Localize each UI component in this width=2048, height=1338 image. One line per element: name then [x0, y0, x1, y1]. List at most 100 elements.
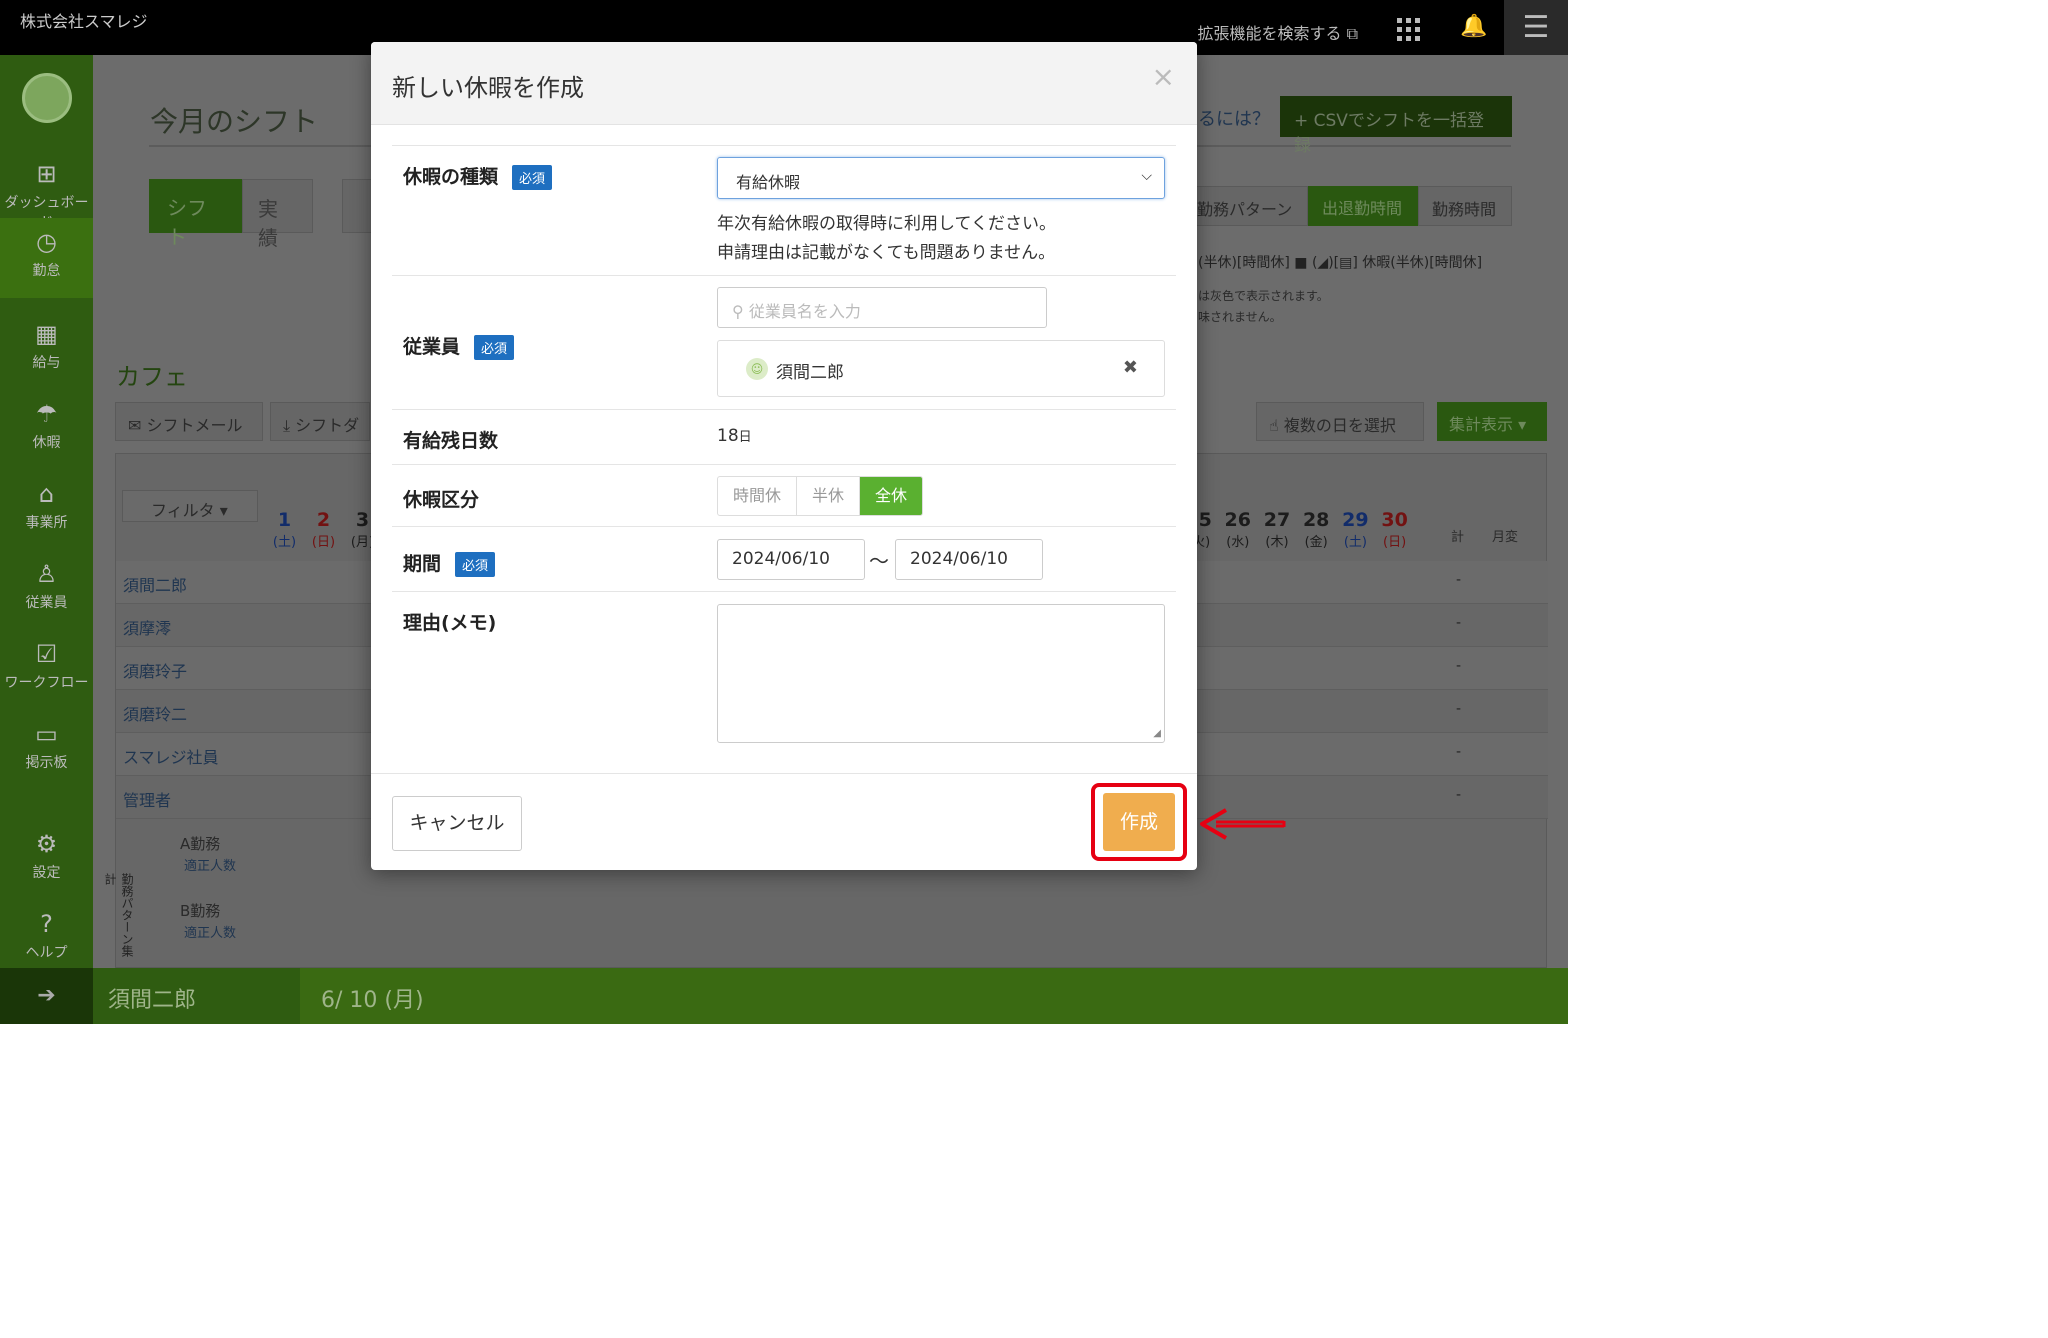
select-days-button[interactable]: ☝ 複数の日を選択	[1256, 402, 1424, 441]
hand-pointer-icon: ☝	[1269, 416, 1284, 435]
home-icon: ⌂	[38, 480, 55, 508]
shift-mail-button[interactable]: ✉ シフトメール	[115, 402, 263, 441]
remaining-label: 有給残日数	[403, 430, 499, 452]
row-total: -	[1456, 744, 1462, 760]
pattern-b-proper-count: 適正人数	[184, 926, 237, 941]
gear-icon: ⚙	[35, 830, 58, 858]
day-header: 26 (水)	[1224, 509, 1251, 550]
mail-icon: ✉	[128, 416, 147, 435]
employee-avatar-icon: ☺	[746, 358, 768, 380]
reason-label: 理由(メモ)	[403, 612, 497, 634]
chevron-down-icon: ⌵	[1141, 168, 1152, 184]
sidebar-item-board[interactable]: ▭ 掲示板	[0, 710, 93, 790]
bottom-employee-name: 須間二郎	[93, 968, 300, 1024]
filter-button[interactable]: フィルタ ▾	[122, 490, 258, 522]
employee-name-link[interactable]: 管理者	[123, 787, 171, 811]
calculator-icon: ▦	[35, 320, 58, 348]
leave-type-select[interactable]: 有給休暇 ⌵	[717, 157, 1165, 199]
monthly-column-header: 月変	[1492, 530, 1519, 545]
view-clock-button[interactable]: 出退勤時間	[1308, 186, 1418, 226]
collapse-arrow-icon[interactable]: ➔	[0, 968, 93, 1024]
day-header: 30 (日)	[1381, 509, 1408, 550]
total-column-header: 計	[1451, 530, 1465, 545]
avatar[interactable]	[22, 73, 72, 123]
bell-icon[interactable]: 🔔	[1460, 14, 1487, 39]
view-hours-button[interactable]: 勤務時間	[1418, 186, 1512, 226]
category-label: 休暇区分	[403, 489, 480, 511]
download-icon: ⤓	[283, 416, 296, 435]
employee-name-link[interactable]: スマレジ社員	[123, 744, 219, 768]
apps-grid-icon[interactable]	[1397, 18, 1420, 41]
csv-upload-button[interactable]: + CSVでシフトを一括登録	[1280, 96, 1512, 156]
category-segmented-control: 時間休 半休 全休	[717, 476, 924, 516]
day-header: 1 (土)	[272, 509, 297, 550]
employee-name-link[interactable]: 須磨玲二	[123, 701, 187, 725]
sidebar-item-settings[interactable]: ⚙ 設定	[0, 820, 93, 900]
pattern-b-label: B勤務	[180, 902, 221, 920]
home-filter-button[interactable]	[342, 179, 372, 233]
howto-link[interactable]: るには？	[1198, 105, 1270, 131]
category-hourly-option[interactable]: 時間休	[718, 477, 798, 515]
message-icon: ▭	[35, 720, 58, 748]
employee-label: 従業員 必須	[403, 332, 515, 360]
clock-icon: ◷	[36, 228, 57, 256]
period-from-input[interactable]: 2024/06/10	[717, 539, 865, 580]
workflow-icon: ☑	[35, 640, 58, 668]
day-header: 27 (木)	[1263, 509, 1291, 550]
sidebar-item-leave[interactable]: ☂ 休暇	[0, 390, 93, 470]
search-icon: ⚲	[732, 302, 749, 321]
extension-search-link[interactable]: 拡張機能を検索する ⧉	[1197, 20, 1358, 44]
period-to-input[interactable]: 2024/06/10	[895, 539, 1043, 580]
shift-download-button[interactable]: ⤓ シフトダ	[270, 402, 370, 441]
help-icon: ?	[40, 910, 53, 938]
reason-textarea[interactable]: ◢	[717, 604, 1165, 743]
page-title: 今月のシフト	[150, 105, 319, 138]
tab-actual[interactable]: 実績	[242, 179, 313, 250]
modal-footer: キャンセル 作成	[371, 773, 1197, 870]
employee-name-link[interactable]: 須摩澪	[123, 615, 171, 639]
highlight-box	[1091, 783, 1187, 861]
period-label: 期間 必須	[403, 549, 496, 577]
remaining-value: 18日	[717, 426, 752, 446]
selected-employee-chip: ☺ 須間二郎 ✖	[717, 340, 1165, 397]
category-full-option[interactable]: 全休	[860, 477, 923, 515]
view-pattern-button[interactable]: 勤務パターン	[1188, 186, 1308, 226]
annotation-arrow-icon	[1200, 808, 1286, 840]
category-half-option[interactable]: 半休	[797, 477, 861, 515]
close-icon[interactable]: ×	[1152, 60, 1175, 93]
legend-text: (半休)[時間休] ■ (◢)[▤] 休暇(半休)[時間休]	[1198, 255, 1483, 271]
summary-button[interactable]: 集計表示 ▾	[1437, 402, 1547, 441]
sidebar-item-attendance[interactable]: ◷ 勤怠	[0, 218, 93, 298]
sidebar-item-payroll[interactable]: ▦ 給与	[0, 310, 93, 390]
store-name: カフェ	[116, 363, 188, 391]
day-header: 2 (日)	[311, 509, 336, 550]
modal-title: 新しい休暇を作成	[392, 74, 584, 102]
employee-name-link[interactable]: 須磨玲子	[123, 658, 187, 682]
required-badge: 必須	[474, 335, 515, 360]
employee-search-input[interactable]: ⚲ 従業員名を入力	[717, 287, 1047, 328]
leave-type-label: 休暇の種類 必須	[403, 162, 553, 190]
day-header: 29 (土)	[1342, 509, 1369, 550]
period-separator: 〜	[869, 549, 889, 573]
bottom-date: 6/ 10 (月)	[321, 988, 424, 1013]
row-total: -	[1456, 701, 1462, 717]
sidebar-item-office[interactable]: ⌂ 事業所	[0, 470, 93, 550]
pattern-a-proper-count: 適正人数	[184, 859, 237, 874]
row-total: -	[1456, 572, 1462, 588]
row-total: -	[1456, 658, 1462, 674]
employee-name-link[interactable]: 須間二郎	[123, 572, 187, 596]
remove-employee-icon[interactable]: ✖	[1123, 357, 1138, 378]
resize-grip-icon[interactable]: ◢	[1153, 728, 1161, 739]
cancel-button[interactable]: キャンセル	[392, 796, 522, 851]
tab-shift[interactable]: シフト	[149, 179, 242, 249]
umbrella-icon: ☂	[35, 400, 58, 428]
sidebar-item-workflow[interactable]: ☑ ワークフロー	[0, 630, 93, 710]
day-header: 28 (金)	[1302, 509, 1330, 550]
sidebar-item-employees[interactable]: ♙ 従業員	[0, 550, 93, 630]
hamburger-menu-icon[interactable]: ☰	[1504, 0, 1568, 55]
remaining-row: 有給残日数	[392, 409, 1176, 464]
required-badge: 必須	[512, 165, 553, 190]
leave-help-line-2: 申請理由は記載がなくても問題ありません。	[717, 243, 1056, 263]
required-badge: 必須	[455, 552, 496, 577]
sidebar: ⊞ダッシュボード ◷勤怠 ▦給与 ☂休暇 ⌂事業所 ♙従業員 ☑ワークフロー ▭…	[0, 55, 93, 1024]
